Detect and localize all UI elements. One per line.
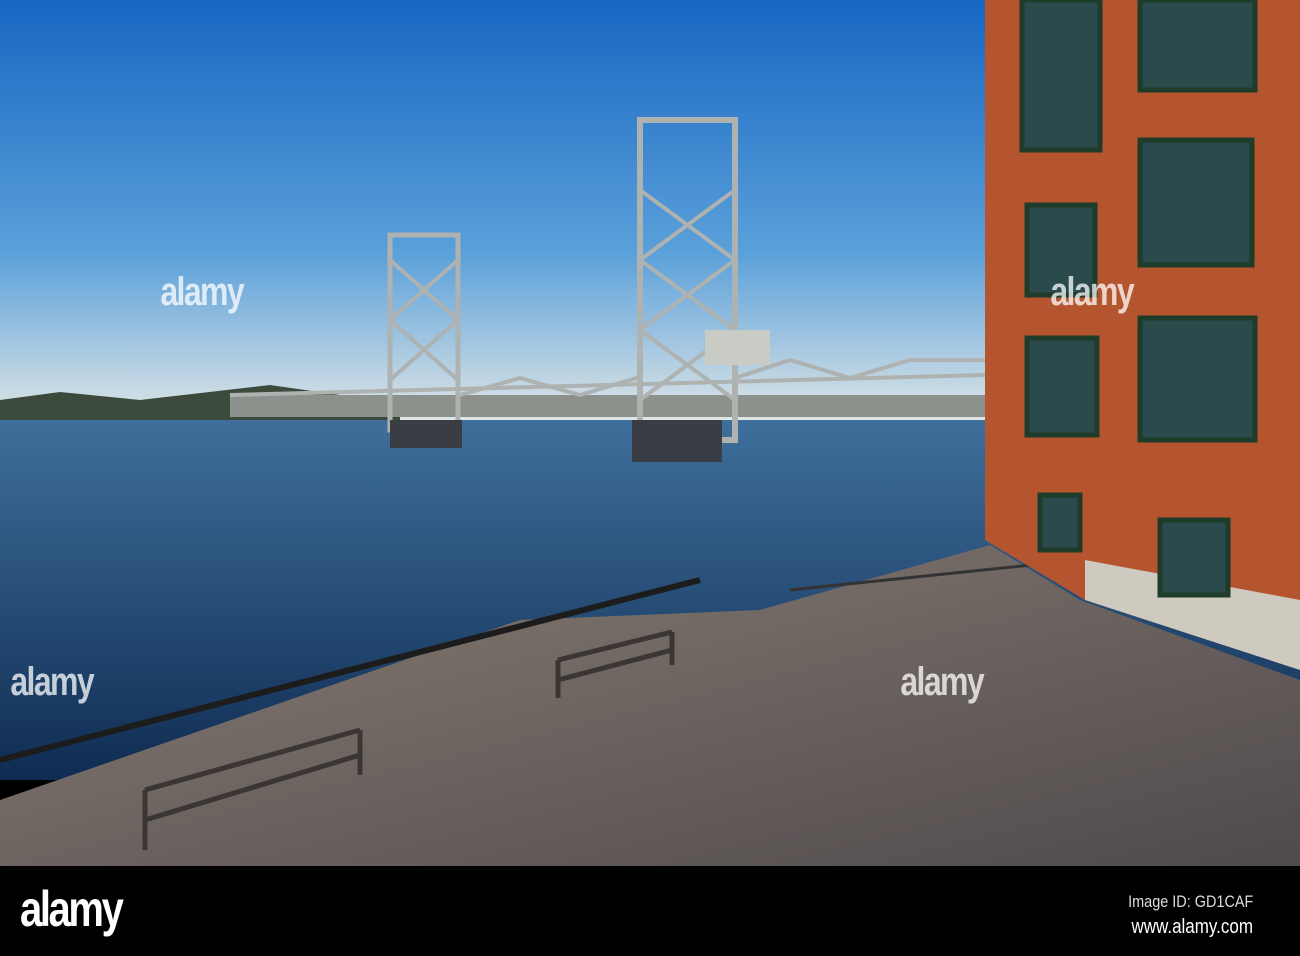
watermark: alamy [1050, 270, 1134, 314]
watermark: alamy [10, 660, 94, 704]
site-url: www.alamy.com [1131, 916, 1253, 938]
photo-frame: alamy alamy alamy alamy alamy Image ID: … [0, 0, 1300, 956]
footer-bar: alamy Image ID: GD1CAF www.alamy.com [0, 866, 1300, 956]
watermark: alamy [900, 660, 984, 704]
alamy-logo: alamy [20, 881, 124, 937]
bridge-waterfront-photo [0, 0, 1300, 866]
image-id: Image ID: GD1CAF [1127, 892, 1253, 911]
watermark: alamy [160, 270, 244, 314]
